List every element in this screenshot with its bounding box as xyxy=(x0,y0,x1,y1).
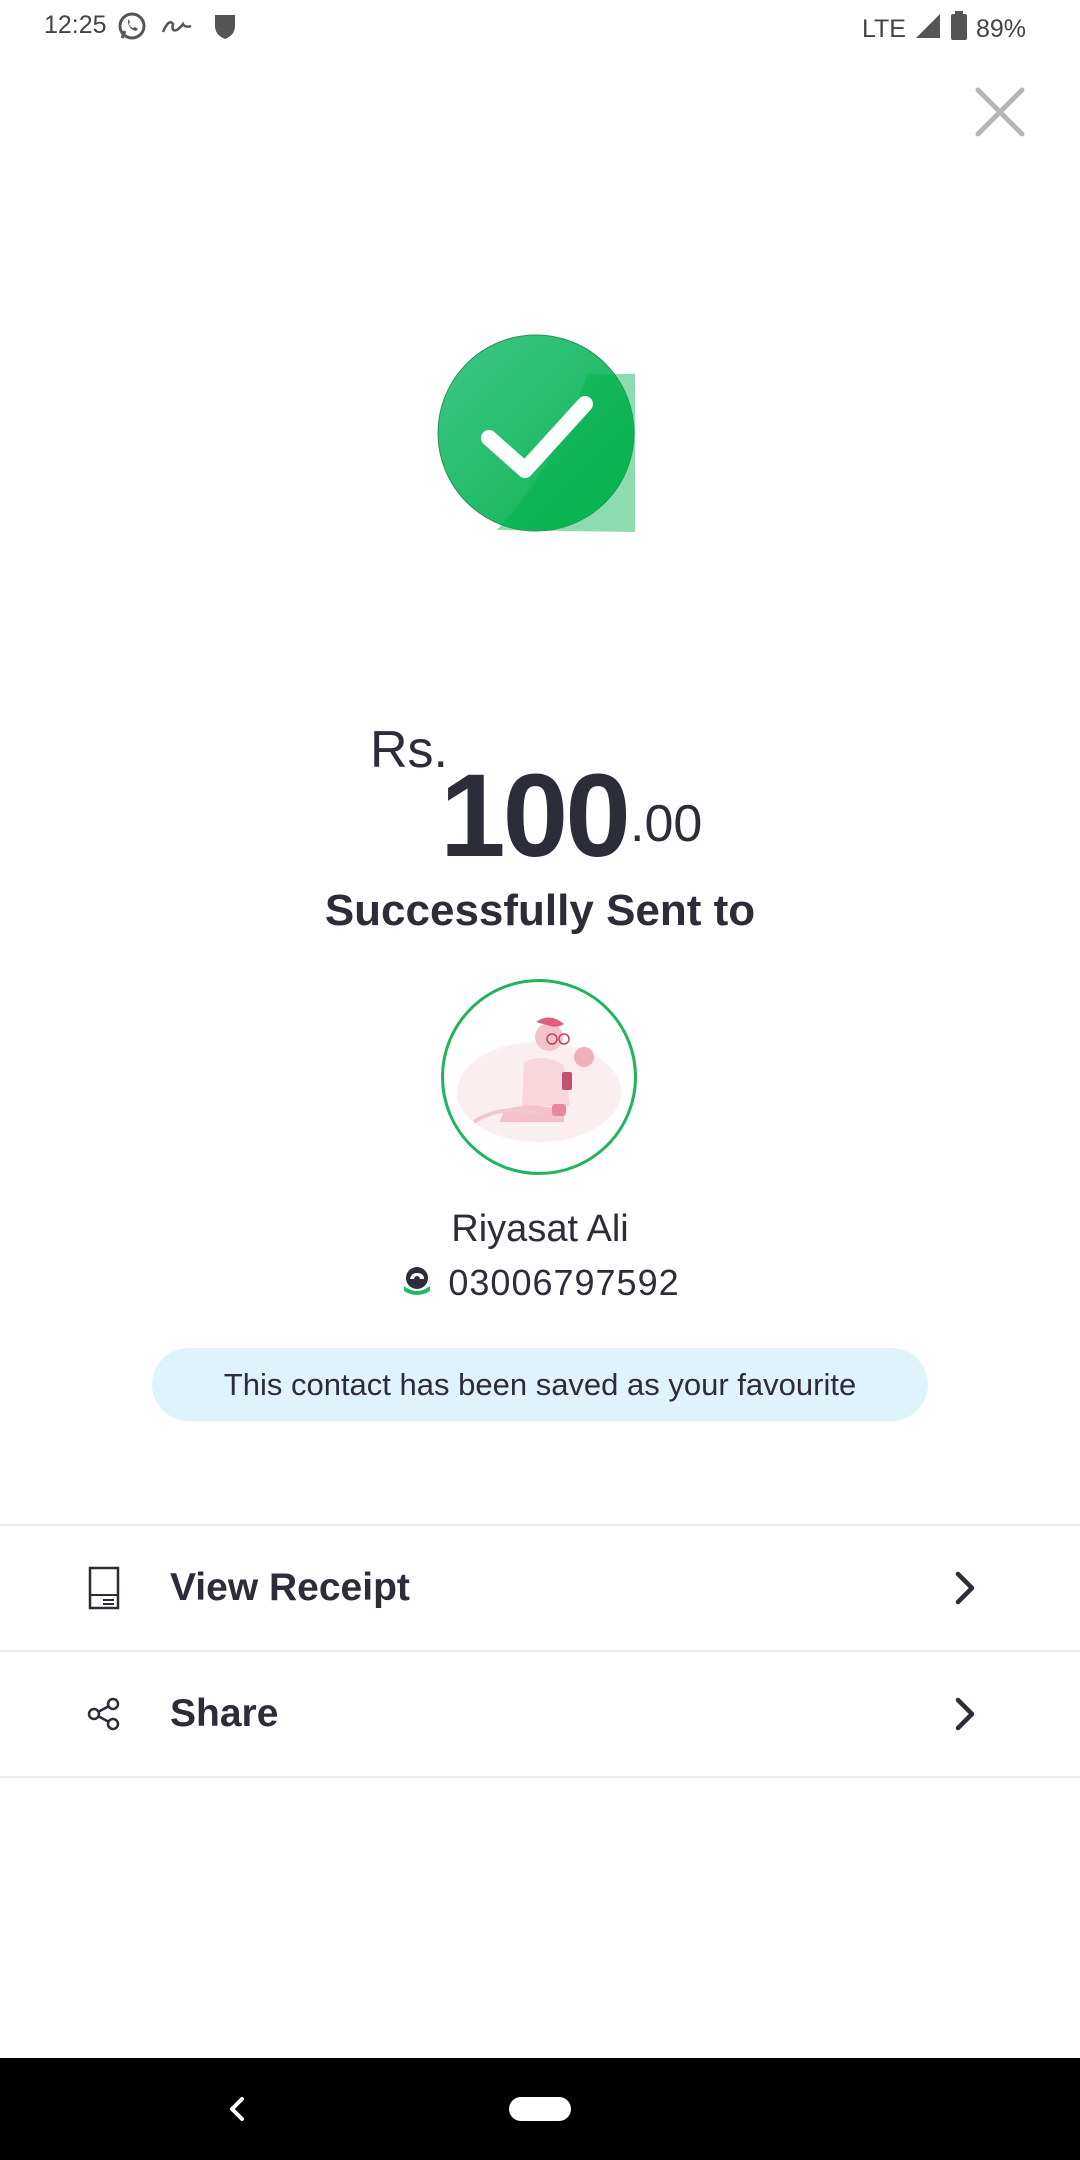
back-icon[interactable] xyxy=(224,2091,248,2127)
contact-phone: 03006797592 xyxy=(448,1262,680,1303)
divider xyxy=(0,1776,1080,1778)
chevron-right-icon xyxy=(950,1568,980,1608)
signal-icon xyxy=(914,12,942,47)
signature-icon xyxy=(160,14,194,43)
status-bar: 12:25 LTE 89% xyxy=(0,0,1080,52)
contact-avatar xyxy=(441,979,637,1175)
share-icon xyxy=(84,1691,124,1737)
view-receipt-label: View Receipt xyxy=(170,1566,410,1609)
status-time: 12:25 xyxy=(44,11,107,39)
avatar-illustration xyxy=(457,1017,621,1142)
share-label: Share xyxy=(170,1692,279,1735)
home-pill-icon[interactable] xyxy=(509,2097,571,2121)
view-receipt-row[interactable]: View Receipt xyxy=(0,1526,1080,1650)
amount-display: Rs. 100 .00 xyxy=(0,700,1080,882)
receipt-icon xyxy=(84,1565,124,1611)
system-nav-bar xyxy=(0,2058,1080,2160)
currency-prefix: Rs. xyxy=(370,721,448,779)
close-button[interactable] xyxy=(972,84,1028,140)
whatsapp-icon xyxy=(116,10,148,47)
status-right: LTE 89% xyxy=(862,11,1026,48)
battery-percent: 89% xyxy=(975,15,1026,43)
close-icon xyxy=(975,87,1025,137)
success-check-icon xyxy=(437,334,635,532)
network-label: LTE xyxy=(861,15,906,43)
chevron-right-icon xyxy=(950,1694,980,1734)
amount-whole: 100 xyxy=(440,750,631,882)
contact-name: Riyasat Ali xyxy=(451,1208,629,1250)
success-title: Successfully Sent to xyxy=(324,886,756,935)
favourite-banner: This contact has been saved as your favo… xyxy=(152,1348,928,1421)
easypaisa-icon xyxy=(400,1264,434,1303)
share-row[interactable]: Share xyxy=(0,1652,1080,1776)
amount-decimal: .00 xyxy=(630,795,703,853)
shield-icon xyxy=(212,12,238,45)
battery-icon xyxy=(950,11,968,48)
contact-phone-row: 03006797592 xyxy=(0,1262,1080,1304)
